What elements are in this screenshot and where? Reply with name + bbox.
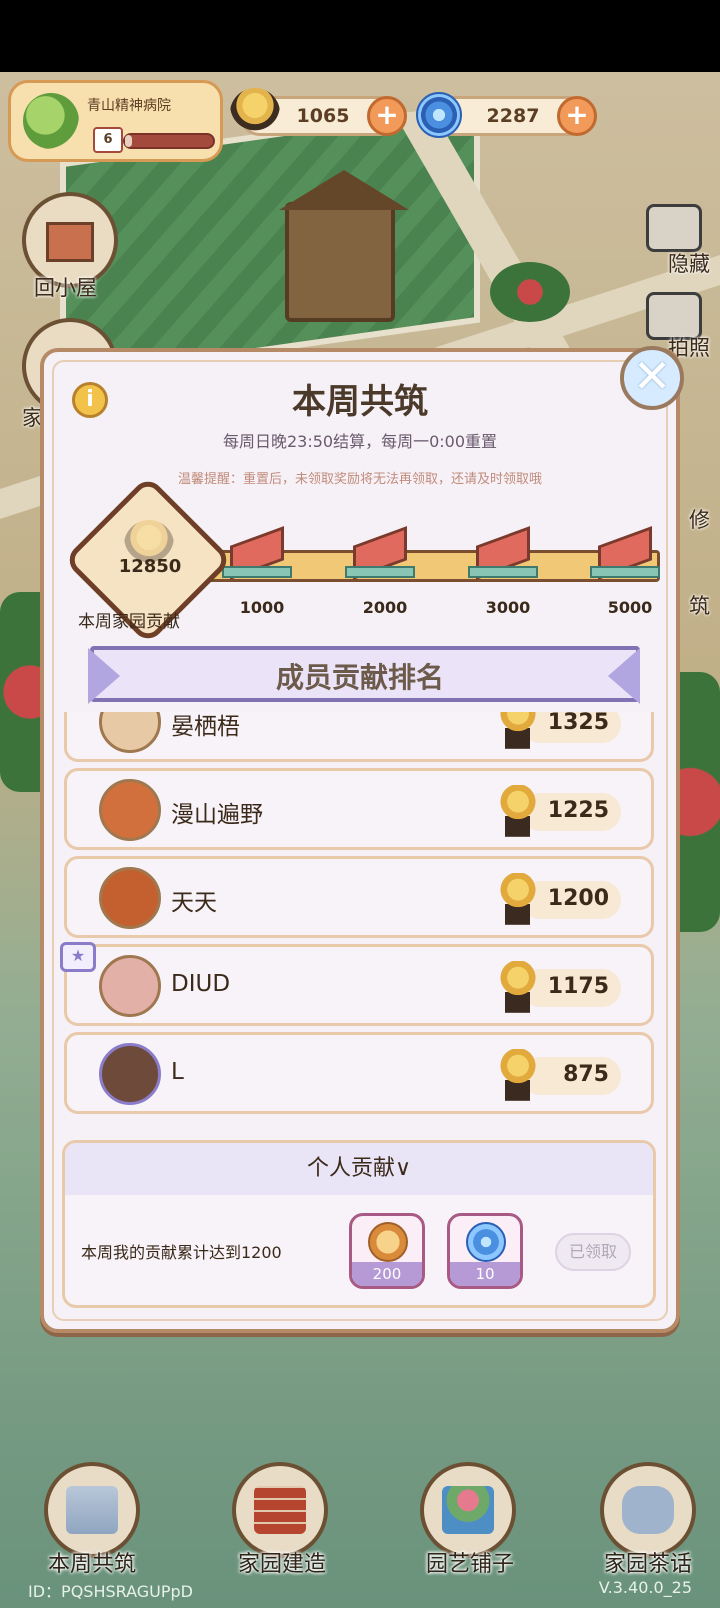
nav-weekly-build-label[interactable]: 本周共筑 (22, 1546, 162, 1578)
member-score: 1325 (547, 712, 609, 735)
milestone-label: 2000 (362, 598, 408, 617)
member-avatar (99, 955, 161, 1017)
total-contribution-value: 12850 (118, 556, 182, 577)
version-label: V.3.40.0_25 (598, 1578, 692, 1597)
member-avatar (99, 779, 161, 841)
snail-icon (230, 88, 280, 138)
reward-coin[interactable]: 200 (349, 1213, 425, 1289)
location-card[interactable]: 青山精神病院 6 (8, 80, 223, 162)
house-icon (46, 222, 94, 262)
coin-icon (368, 1222, 408, 1262)
leaf-plant-icon (23, 93, 79, 149)
milestone-gift-icon[interactable] (222, 526, 292, 588)
milestone-gift-icon[interactable] (590, 526, 660, 588)
ranking-row[interactable]: 漫山遍野 1225 (64, 768, 654, 850)
member-avatar (99, 712, 161, 753)
brick-trowel-icon (254, 1486, 306, 1534)
modal-subtitle: 每周日晚23:50结算，每周一0:00重置 (222, 432, 498, 451)
home-label: 回小屋 (34, 276, 97, 300)
modal-title: 本周共筑 (292, 382, 428, 422)
member-score: 1225 (547, 798, 609, 823)
nav-tea-chat-label[interactable]: 家园茶话 (578, 1546, 718, 1578)
add-snail-button[interactable]: + (367, 96, 407, 136)
add-swirl-button[interactable]: + (557, 96, 597, 136)
modal-note: 温馨提醒：重置后，未领取奖励将无法再领取，还请及时领取哦 (177, 472, 542, 487)
ranking-row[interactable]: DIUD 1175 (64, 944, 654, 1026)
total-contribution-label: 本周家园贡献 (78, 612, 180, 632)
gift-ribbon (468, 566, 538, 578)
personal-goal-text: 本周我的贡献累计达到1200 (81, 1243, 282, 1262)
chat-bubble-icon (622, 1486, 674, 1534)
personal-contribution-toggle[interactable]: 个人贡献∨ (65, 1143, 653, 1195)
ranking-row[interactable]: 晏栖梧 1325 (64, 712, 654, 762)
member-name: 漫山遍野 (171, 802, 263, 828)
repair-label[interactable]: 修 (689, 504, 710, 534)
ranking-title: 成员贡献排名 (275, 661, 444, 694)
podium-icon (66, 1486, 118, 1534)
milestone-gift-icon[interactable] (468, 526, 538, 588)
member-score: 875 (563, 1062, 609, 1087)
snail-count: 1065 (296, 105, 350, 127)
hide-label: 隐藏 (668, 252, 710, 276)
ranking-list[interactable]: 晏栖梧 1325 漫山遍野 1225 天天 1200 DIUD 1175 L 8… (62, 712, 656, 1116)
reward-qty: 10 (450, 1262, 520, 1286)
level-progress-bar (123, 133, 215, 149)
member-avatar (99, 867, 161, 929)
location-name: 青山精神病院 (87, 98, 171, 114)
gift-ribbon (345, 566, 415, 578)
milestone-label: 3000 (485, 598, 531, 617)
nav-home-building[interactable] (232, 1462, 328, 1558)
swirl-icon (466, 1222, 506, 1262)
level-progress-fill (125, 135, 133, 147)
nav-tea-chat[interactable] (600, 1462, 696, 1558)
swirl-icon (416, 92, 462, 138)
gift-ribbon (222, 566, 292, 578)
nav-garden-shop[interactable] (420, 1462, 516, 1558)
personal-contribution-panel: 个人贡献∨ 本周我的贡献累计达到1200 200 10 已领取 (62, 1140, 656, 1308)
member-name: DIUD (171, 971, 231, 997)
build-label[interactable]: 筑 (689, 590, 710, 620)
member-score: 1200 (547, 886, 609, 911)
member-name: 晏栖梧 (171, 714, 240, 740)
player-id: ID：PQSHSRAGUPpD (28, 1582, 193, 1601)
swirl-count: 2287 (486, 105, 540, 127)
gift-ribbon (590, 566, 660, 578)
level-badge: 6 (93, 127, 123, 153)
reward-qty: 200 (352, 1262, 422, 1286)
claimed-button[interactable]: 已领取 (555, 1233, 631, 1271)
reward-swirl[interactable]: 10 (447, 1213, 523, 1289)
milestone-label: 1000 (239, 598, 285, 617)
ranking-row[interactable]: 天天 1200 (64, 856, 654, 938)
vip-house-icon: ★ (60, 942, 96, 972)
nav-home-building-label[interactable]: 家园建造 (212, 1546, 352, 1578)
ranking-row[interactable]: L 875 (64, 1032, 654, 1114)
nav-garden-shop-label[interactable]: 园艺铺子 (400, 1546, 540, 1578)
member-name: 天天 (171, 890, 217, 916)
hide-ui-icon[interactable] (646, 204, 702, 252)
member-avatar (99, 1043, 161, 1105)
nav-weekly-build[interactable] (44, 1462, 140, 1558)
flower-basket-icon (442, 1486, 494, 1534)
member-score: 1175 (547, 974, 609, 999)
milestone-gift-icon[interactable] (345, 526, 415, 588)
milestone-label: 5000 (607, 598, 653, 617)
member-name: L (171, 1059, 184, 1085)
